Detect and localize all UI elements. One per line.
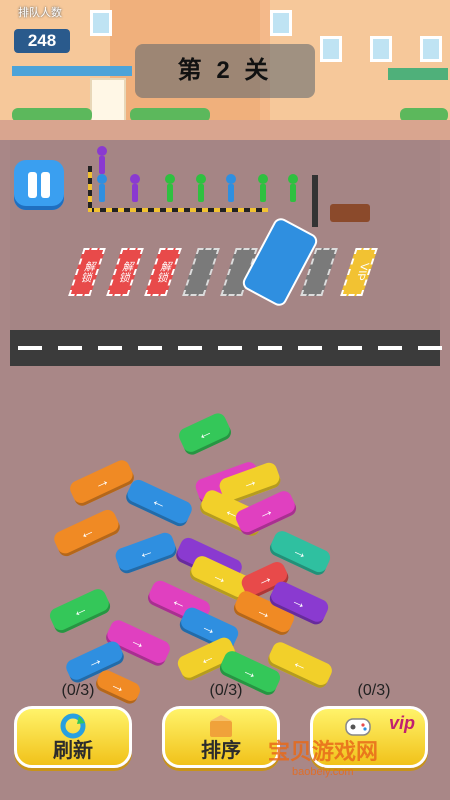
- waiting-passenger: [97, 174, 107, 202]
- vip-count: (0/3): [357, 682, 391, 699]
- waiting-passenger: [165, 174, 175, 202]
- waiting-passenger: [196, 174, 206, 202]
- road: [10, 330, 442, 366]
- lane-marking: [338, 346, 362, 350]
- window: [90, 10, 112, 36]
- arrow-left-icon: ←: [195, 647, 218, 670]
- level-title: 第 2 关: [135, 44, 315, 98]
- arrow-right-icon: →: [289, 541, 312, 564]
- awning: [12, 66, 132, 76]
- arrow-right-icon: →: [288, 591, 311, 614]
- lane-marking: [18, 346, 42, 350]
- lane-marking: [378, 346, 402, 350]
- watermark-url: baobeiy.com: [292, 766, 354, 778]
- door: [90, 78, 126, 124]
- waiting-passenger: [130, 174, 140, 202]
- lane-marking: [218, 346, 242, 350]
- arrow-left-icon: ←: [289, 653, 312, 676]
- bench: [330, 204, 370, 222]
- arrow-right-icon: →: [107, 675, 130, 698]
- lane-marking: [298, 346, 322, 350]
- sidewalk: [0, 120, 450, 140]
- lane-marking: [98, 346, 122, 350]
- window: [370, 36, 392, 62]
- waiting-passenger: [226, 174, 236, 202]
- arrow-left-icon: ←: [68, 599, 91, 622]
- arrow-right-icon: →: [90, 471, 113, 494]
- refresh-label: 刷新: [53, 740, 93, 762]
- pause-icon: [41, 172, 50, 198]
- arrow-left-icon: ←: [75, 521, 98, 544]
- refresh-count: (0/3): [61, 682, 95, 699]
- queue-rope: [88, 208, 268, 212]
- arrow-right-icon: →: [209, 566, 232, 589]
- parking-lot: [10, 140, 440, 330]
- waiting-passenger: [258, 174, 268, 202]
- pause-icon: [28, 172, 37, 198]
- queue-count: 248: [14, 29, 70, 53]
- waiting-passenger: [97, 146, 107, 174]
- awning: [388, 68, 448, 80]
- watermark-text: 宝贝游戏网: [268, 739, 379, 764]
- window: [420, 36, 442, 62]
- arrow-right-icon: →: [239, 471, 261, 494]
- watermark: 宝贝游戏网 baobeiy.com: [248, 730, 448, 800]
- arrow-left-icon: ←: [135, 541, 157, 564]
- arrow-right-icon: →: [127, 631, 150, 654]
- lane-marking: [418, 346, 442, 350]
- lane-marking: [138, 346, 162, 350]
- queue-label: 排队人数: [18, 7, 62, 19]
- refresh-button[interactable]: 刷新: [14, 706, 132, 768]
- queue-counter: 排队人数 248: [8, 4, 72, 53]
- queue-rope: [88, 166, 92, 212]
- arrow-right-icon: →: [254, 501, 277, 524]
- arrow-right-icon: →: [198, 617, 221, 640]
- lane-marking: [58, 346, 82, 350]
- window: [320, 36, 342, 62]
- arrow-left-icon: ←: [193, 422, 216, 445]
- sort-count: (0/3): [209, 682, 243, 699]
- lane-marking: [178, 346, 202, 350]
- lane-marking: [258, 346, 282, 350]
- arrow-left-icon: ←: [148, 491, 171, 514]
- window: [270, 10, 292, 36]
- pause-button[interactable]: [14, 160, 64, 210]
- lamp-post: [312, 175, 318, 227]
- waiting-passenger: [288, 174, 298, 202]
